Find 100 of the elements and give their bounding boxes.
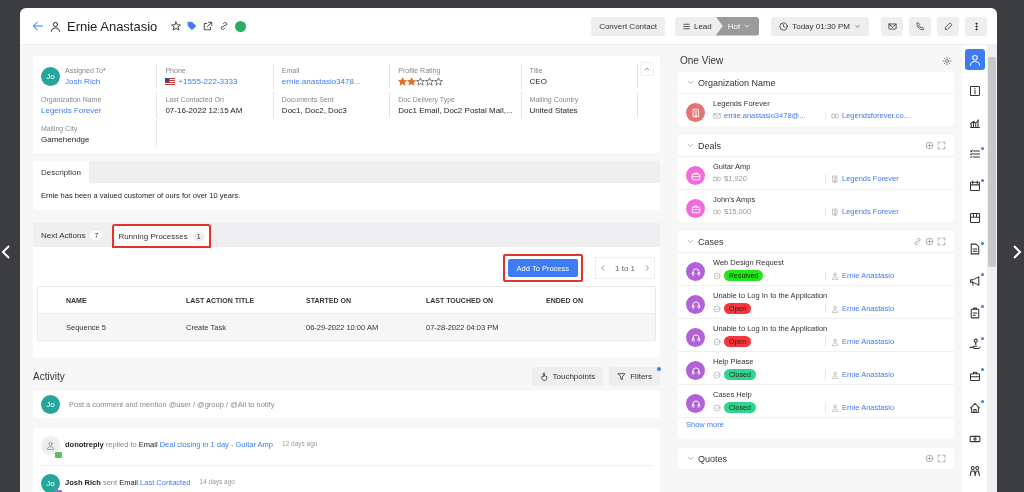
briefcase-icon <box>968 369 981 382</box>
filter-icon <box>617 372 627 381</box>
person-icon <box>831 271 839 280</box>
headset-icon <box>690 398 701 409</box>
star-icon <box>407 76 417 86</box>
star-icon <box>416 76 426 86</box>
headset-icon <box>690 332 701 343</box>
person-icon <box>831 403 839 412</box>
document-icon <box>968 243 981 256</box>
chevron-left-icon <box>599 264 607 272</box>
tag-icon[interactable] <box>187 21 198 31</box>
description-tab[interactable]: Description <box>33 161 89 183</box>
email-button[interactable] <box>881 16 903 36</box>
field-value: Doc1 Email, Doc2 Postal Mail,... <box>398 105 513 115</box>
field-value-link[interactable]: Josh Rich <box>65 76 106 86</box>
chevron-up-icon <box>643 65 651 73</box>
section-title: Quotes <box>698 453 729 464</box>
info-icon <box>968 85 981 98</box>
external-link-icon[interactable] <box>203 21 214 31</box>
check-circle-icon <box>713 337 721 346</box>
people-icon <box>968 464 981 477</box>
calendar-icon <box>968 180 981 193</box>
schedule-button[interactable]: Today 01:30 PM <box>771 16 869 36</box>
phone-icon <box>915 21 925 31</box>
card-icon <box>831 111 839 120</box>
mail-icon <box>713 111 721 120</box>
touchpoints-button[interactable]: Touchpoints <box>531 367 604 386</box>
star-icon[interactable] <box>171 21 182 31</box>
list-icon <box>681 21 691 31</box>
phone-link[interactable]: +1555-222-3333 <box>178 76 238 86</box>
flag-icon <box>165 77 176 85</box>
chevron-down-icon[interactable] <box>686 237 695 246</box>
page-range: 1 to 1 <box>615 263 635 273</box>
link-icon[interactable] <box>219 21 230 31</box>
building-icon <box>690 107 701 118</box>
avatar: Jo <box>41 395 60 414</box>
house-icon <box>968 401 981 414</box>
field-value: 07-16-2022 12:15 AM <box>165 105 243 115</box>
pencil-icon <box>943 21 953 31</box>
check-circle-icon <box>713 370 721 379</box>
headset-icon <box>690 299 701 310</box>
box-icon <box>968 211 981 224</box>
headset-icon <box>690 365 701 376</box>
field-value: Doc1, Doc2, Doc3 <box>281 105 347 115</box>
chevron-down-icon[interactable] <box>686 141 695 150</box>
building-icon <box>831 174 839 183</box>
building-icon <box>831 207 839 216</box>
expand-icon[interactable] <box>937 141 946 150</box>
field-value: Gamehendge <box>41 134 90 144</box>
expand-icon[interactable] <box>937 454 946 463</box>
edit-button[interactable] <box>937 16 959 36</box>
chart-icon <box>968 116 981 129</box>
activity-title: Activity <box>33 371 66 382</box>
filters-button[interactable]: Filters <box>609 367 660 386</box>
person-icon <box>46 441 55 450</box>
headset-icon <box>690 266 701 277</box>
person-icon <box>831 370 839 379</box>
settings-icon[interactable] <box>942 55 952 66</box>
one-view-title: One View <box>680 55 724 66</box>
clock-icon <box>779 21 789 31</box>
avatar: Jo <box>41 66 60 86</box>
more-button[interactable] <box>965 16 987 36</box>
chevron-down-icon[interactable] <box>686 78 695 87</box>
field-value-link[interactable]: ernie.anastasio3478... <box>281 76 361 86</box>
section-title: Deals <box>698 140 722 151</box>
add-icon[interactable] <box>925 454 934 463</box>
field-value: United States <box>529 105 579 115</box>
add-icon[interactable] <box>925 237 934 246</box>
section-title: Organization Name <box>698 77 777 88</box>
clipboard-icon <box>968 306 981 319</box>
person-icon <box>968 53 981 66</box>
caret-icon <box>854 22 861 30</box>
megaphone-icon <box>968 275 981 288</box>
field-value-link[interactable]: Legends Forever <box>41 105 102 115</box>
money-icon <box>713 174 721 183</box>
star-icon <box>425 76 435 86</box>
scrollbar-thumb[interactable] <box>988 57 996 267</box>
check-circle-icon <box>713 271 721 280</box>
person-icon <box>831 337 839 346</box>
expand-icon[interactable] <box>937 237 946 246</box>
briefcase-icon <box>690 170 701 181</box>
section-title: Cases <box>698 236 725 247</box>
mail-icon <box>887 21 897 31</box>
person-icon <box>50 20 61 32</box>
call-button[interactable] <box>909 16 931 36</box>
briefcase-icon <box>690 203 701 214</box>
check-circle-icon <box>713 403 721 412</box>
chevron-down-icon <box>743 22 752 30</box>
scrollbar[interactable] <box>987 45 997 492</box>
back-arrow-icon[interactable] <box>32 20 44 32</box>
field-value: CEO <box>529 76 547 86</box>
add-icon[interactable] <box>925 141 934 150</box>
star-icon <box>434 76 444 86</box>
chevron-down-icon[interactable] <box>686 454 695 463</box>
star-icon <box>398 76 408 86</box>
chevron-right-icon <box>643 264 651 272</box>
status-dot-icon[interactable] <box>235 20 247 32</box>
convert-contact-button[interactable]: Convert Contact <box>591 16 665 36</box>
contact-name: Ernie Anastasio <box>67 18 158 34</box>
avatar: Jo <box>41 474 60 492</box>
